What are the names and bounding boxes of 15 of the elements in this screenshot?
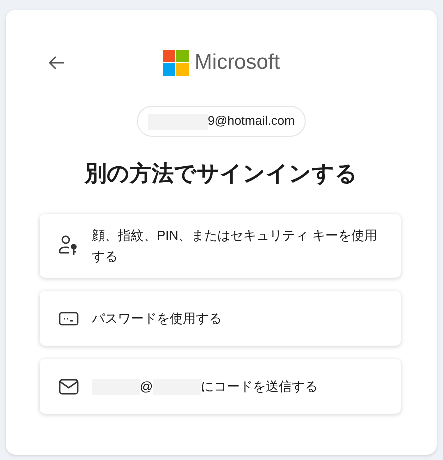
password-icon (59, 312, 79, 326)
option-text: @ (140, 378, 154, 396)
brand-name: Microsoft (194, 50, 280, 76)
option-text: 顔、指紋、PIN、またはセキュリティ キーを使用する (92, 227, 378, 266)
person-key-icon (59, 235, 79, 257)
sign-in-option[interactable]: 顔、指紋、PIN、またはセキュリティ キーを使用する (40, 214, 401, 278)
option-text: パスワードを使用する (92, 310, 222, 328)
back-arrow-icon[interactable] (48, 54, 66, 72)
page-title: 別の方法でサインインする (85, 160, 358, 188)
option-text: 9@hotmail.com (208, 113, 296, 130)
sign-in-option[interactable]: パスワードを使用する (40, 291, 401, 346)
sign-in-option[interactable]: @ にコードを送信する (40, 359, 401, 414)
logo-icon (162, 50, 189, 76)
option-text: にコードを送信する (201, 378, 318, 396)
mail-icon (59, 378, 79, 394)
